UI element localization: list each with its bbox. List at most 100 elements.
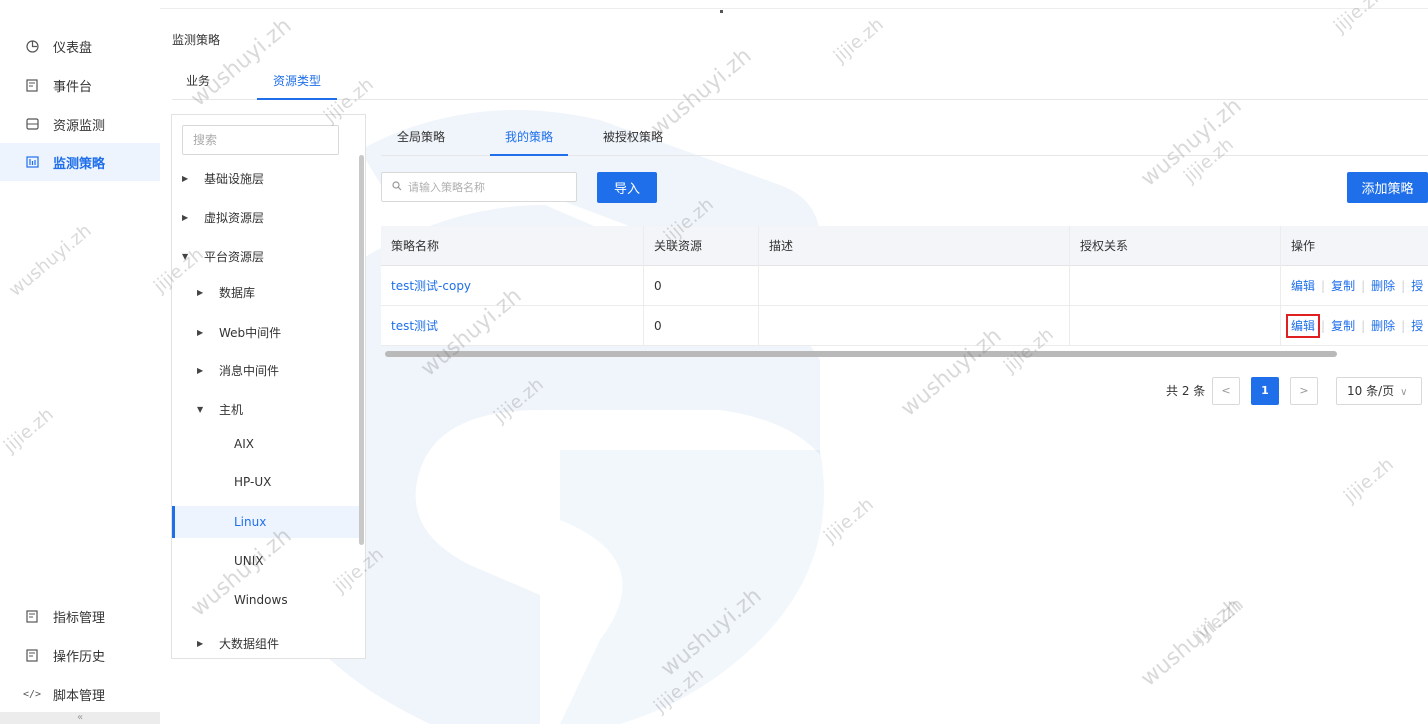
sidebar: 仪表盘 事件台 资源监测 监测策略 指标管理 操作历史 </> 脚本管理 « (0, 0, 160, 724)
watermark-text: jijie.zh (1339, 453, 1398, 508)
nav-label: 仪表盘 (53, 40, 93, 56)
tree-node-label: 主机 (219, 402, 244, 417)
authorization-cell (1069, 266, 1280, 306)
tree-node-web-middleware[interactable]: ▶ Web中间件 (197, 318, 281, 346)
nav-item-operation-history[interactable]: 操作历史 (0, 636, 160, 674)
tree-node-label: Web中间件 (219, 325, 282, 340)
policy-name-link[interactable]: test测试 (381, 306, 643, 346)
resource-tabs: 业务 资源类型 (172, 66, 1428, 100)
watermark-text: wushuyi.zh (1136, 593, 1247, 692)
copy-link[interactable]: 复制 (1331, 319, 1355, 333)
edit-link[interactable]: 编辑 (1291, 279, 1315, 293)
nav-label: 事件台 (53, 79, 93, 95)
divider: | (1361, 279, 1366, 293)
tree-node-database[interactable]: ▶ 数据库 (197, 278, 255, 306)
table-row: test测试 0 编辑 | 复制 | 删除 | 授 (381, 306, 1428, 346)
caret-right-icon: ▶ (182, 173, 189, 183)
column-header-name: 策略名称 (391, 239, 440, 253)
divider: | (1401, 319, 1406, 333)
watermark-text: jijie.zh (1189, 593, 1248, 648)
metric-icon (25, 609, 39, 623)
add-policy-button[interactable]: 添加策略 (1347, 172, 1428, 203)
tree-scrollbar[interactable] (359, 155, 364, 545)
prev-page-button[interactable]: < (1212, 377, 1240, 405)
nav-label: 操作历史 (53, 649, 106, 665)
tab-my-policy[interactable]: 我的策略 (490, 120, 568, 156)
tree-node-aix[interactable]: AIX (234, 430, 254, 458)
tree-node-label: 数据库 (219, 285, 256, 300)
description-cell (758, 306, 1069, 346)
tree-node-infrastructure[interactable]: ▶ 基础设施层 (182, 164, 264, 192)
tree-node-linux[interactable]: Linux (234, 508, 266, 536)
tab-global-policy[interactable]: 全局策略 (397, 120, 445, 156)
policy-search (381, 172, 577, 202)
nav-label: 指标管理 (53, 610, 106, 626)
edit-link-highlighted[interactable]: 编辑 (1285, 314, 1321, 338)
nav-item-monitor-policy[interactable]: 监测策略 (0, 143, 160, 181)
nav-label: 脚本管理 (53, 688, 106, 704)
tab-resource-type[interactable]: 资源类型 (257, 66, 337, 100)
authorization-cell (1069, 306, 1280, 346)
nav-item-dashboard[interactable]: 仪表盘 (0, 27, 160, 65)
tab-business[interactable]: 业务 (186, 66, 210, 100)
nav-item-events[interactable]: 事件台 (0, 66, 160, 104)
authorize-link[interactable]: 授 (1411, 279, 1423, 293)
tree-node-virtual[interactable]: ▶ 虚拟资源层 (182, 203, 264, 231)
divider: | (1401, 279, 1406, 293)
nav-item-resource-monitor[interactable]: 资源监测 (0, 105, 160, 143)
tree-node-platform[interactable]: ▼ 平台资源层 (182, 242, 264, 270)
delete-link[interactable]: 删除 (1371, 319, 1395, 333)
tree-search-input[interactable] (182, 125, 339, 155)
page-1-button[interactable]: 1 (1251, 377, 1279, 405)
policy-name-link[interactable]: test测试-copy (381, 266, 643, 306)
watermark-text: jijie.zh (489, 373, 548, 428)
table-header: 策略名称 关联资源 描述 授权关系 操作 (381, 226, 1428, 266)
tree-node-host[interactable]: ▼ 主机 (197, 395, 243, 423)
column-header-resources: 关联资源 (643, 226, 759, 266)
top-divider (160, 8, 1428, 9)
pagination-total: 共 2 条 (1166, 384, 1206, 398)
description-cell (758, 266, 1069, 306)
divider: | (1321, 319, 1326, 333)
page-size-select[interactable]: 10 条/页 ∨ (1336, 377, 1422, 405)
next-page-button[interactable]: > (1290, 377, 1318, 405)
operations-cell: 编辑 | 复制 | 删除 | 授 (1280, 266, 1428, 306)
column-header-description: 描述 (758, 226, 1069, 266)
caret-right-icon: ▶ (197, 638, 204, 648)
delete-link[interactable]: 删除 (1371, 279, 1395, 293)
watermark-text: jijie.zh (829, 13, 888, 68)
tree-node-hpux[interactable]: HP-UX (234, 468, 271, 496)
divider: | (1361, 319, 1366, 333)
nav-item-metric-manage[interactable]: 指标管理 (0, 597, 160, 635)
related-resources-cell: 0 (643, 306, 759, 346)
policy-search-input[interactable] (408, 180, 568, 194)
column-header-operations: 操作 (1280, 226, 1428, 266)
tree-node-bigdata[interactable]: ▶ 大数据组件 (197, 629, 279, 657)
copy-link[interactable]: 复制 (1331, 279, 1355, 293)
tree-node-label: 消息中间件 (219, 363, 280, 378)
tree-node-unix[interactable]: UNIX (234, 547, 264, 575)
nav-item-script-manage[interactable]: </> 脚本管理 (0, 675, 160, 713)
table-row: test测试-copy 0 编辑 | 复制 | 删除 | 授 (381, 266, 1428, 306)
page-size-value: 10 条/页 (1347, 384, 1395, 398)
monitor-icon (25, 117, 39, 131)
authorize-link[interactable]: 授 (1411, 319, 1423, 333)
tab-authorized-policy[interactable]: 被授权策略 (603, 120, 663, 156)
table-horizontal-scrollbar[interactable] (385, 351, 1337, 357)
caret-down-icon: ▼ (182, 251, 189, 261)
import-button[interactable]: 导入 (597, 172, 657, 203)
history-icon (25, 648, 39, 662)
watermark-text: jijie.zh (1329, 0, 1388, 38)
resource-tree-panel: ▶ 基础设施层 ▶ 虚拟资源层 ▼ 平台资源层 ▶ 数据库 ▶ Web中间件 ▶ 消息中间件… (171, 114, 366, 659)
tree-node-message-middleware[interactable]: ▶ 消息中间件 (197, 356, 279, 384)
watermark-text: wushuyi.zh (656, 583, 767, 682)
code-icon: </> (22, 688, 42, 700)
related-resources-cell: 0 (643, 266, 759, 306)
caret-right-icon: ▶ (197, 327, 204, 337)
watermark-text: jijie.zh (649, 663, 708, 718)
sidebar-collapse-button[interactable]: « (0, 712, 160, 724)
chevron-down-icon: ∨ (1400, 387, 1408, 398)
caret-down-icon: ▼ (197, 404, 204, 414)
tree-node-windows[interactable]: Windows (234, 586, 288, 614)
tree-node-label: 大数据组件 (219, 636, 280, 651)
